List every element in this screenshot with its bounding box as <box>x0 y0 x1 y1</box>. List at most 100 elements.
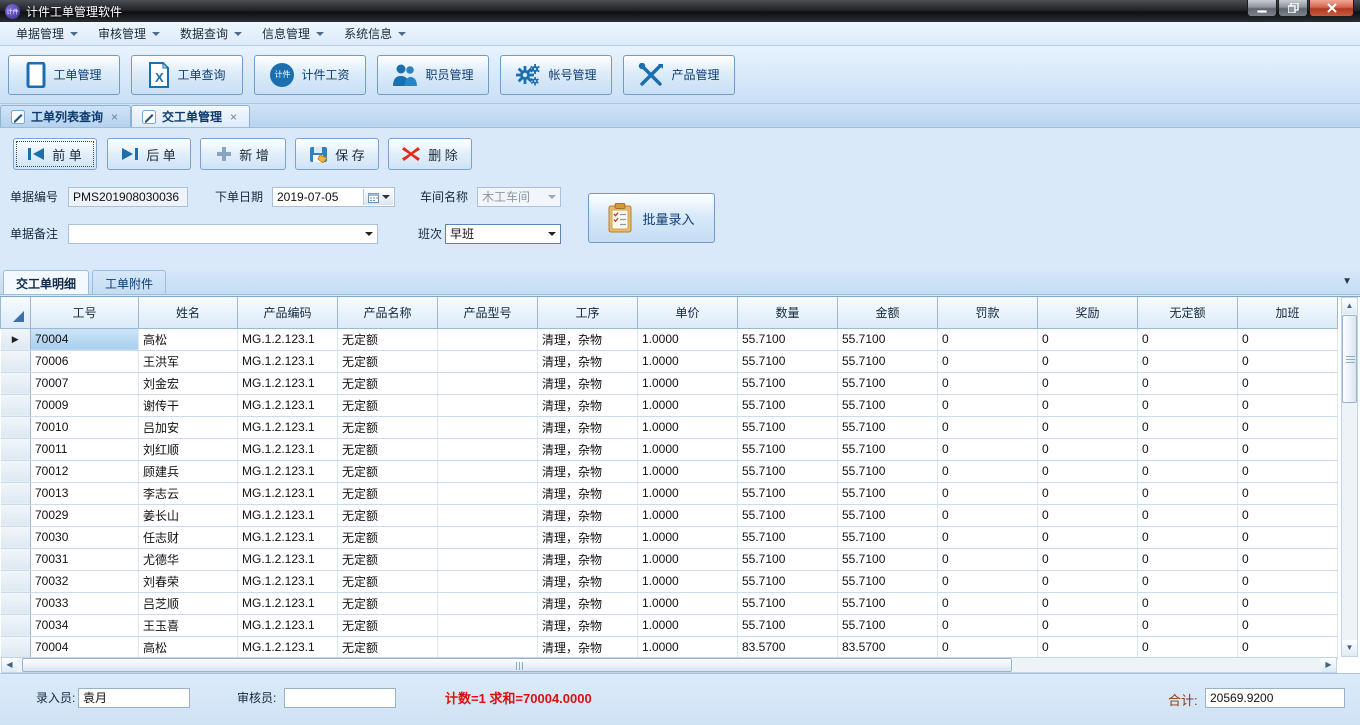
scroll-up-button[interactable]: ▲ <box>1342 298 1357 314</box>
table-cell[interactable]: 0 <box>938 416 1038 438</box>
table-cell[interactable]: 0 <box>1238 350 1338 372</box>
table-cell[interactable]: 70007 <box>31 372 139 394</box>
table-cell[interactable]: 0 <box>1238 548 1338 570</box>
column-header[interactable]: 工序 <box>538 297 638 328</box>
table-cell[interactable]: 0 <box>938 438 1038 460</box>
table-cell[interactable]: MG.1.2.123.1 <box>238 548 338 570</box>
table-cell[interactable]: 吕加安 <box>139 416 238 438</box>
date-picker-button[interactable] <box>363 189 393 205</box>
table-cell[interactable]: 1.0000 <box>638 570 738 592</box>
table-cell[interactable]: 0 <box>1038 372 1138 394</box>
table-cell[interactable]: 0 <box>938 328 1038 350</box>
table-cell[interactable] <box>438 416 538 438</box>
column-header[interactable]: 无定额 <box>1138 297 1238 328</box>
workshop-select[interactable]: 木工车间 <box>477 187 561 207</box>
table-cell[interactable]: 0 <box>1138 460 1238 482</box>
table-cell[interactable]: 0 <box>1238 482 1338 504</box>
table-cell[interactable]: 无定额 <box>338 372 438 394</box>
row-selector[interactable] <box>1 372 31 394</box>
work-order-query-button[interactable]: X 工单查询 <box>131 55 243 95</box>
table-cell[interactable]: 55.7100 <box>838 372 938 394</box>
table-cell[interactable]: 70029 <box>31 504 139 526</box>
table-cell[interactable]: 0 <box>1238 570 1338 592</box>
table-cell[interactable]: 0 <box>938 526 1038 548</box>
table-cell[interactable]: 顾建兵 <box>139 460 238 482</box>
table-cell[interactable]: 55.7100 <box>838 548 938 570</box>
table-cell[interactable]: 0 <box>1238 526 1338 548</box>
table-cell[interactable]: 55.7100 <box>738 328 838 350</box>
table-cell[interactable]: MG.1.2.123.1 <box>238 328 338 350</box>
row-selector[interactable] <box>1 350 31 372</box>
table-cell[interactable]: 55.7100 <box>738 482 838 504</box>
menu-system-info[interactable]: 系统信息 <box>334 22 416 45</box>
table-cell[interactable]: 0 <box>1238 372 1338 394</box>
table-cell[interactable] <box>438 394 538 416</box>
table-cell[interactable]: 无定额 <box>338 570 438 592</box>
table-cell[interactable]: 0 <box>1038 482 1138 504</box>
table-cell[interactable]: 55.7100 <box>838 416 938 438</box>
table-cell[interactable]: 高松 <box>139 328 238 350</box>
table-cell[interactable]: 0 <box>1138 438 1238 460</box>
table-cell[interactable]: 55.7100 <box>738 504 838 526</box>
table-cell[interactable]: 刘金宏 <box>139 372 238 394</box>
table-cell[interactable]: 55.7100 <box>738 592 838 614</box>
minimize-button[interactable] <box>1247 0 1277 17</box>
add-new-button[interactable]: 新 增 <box>200 138 286 170</box>
table-cell[interactable]: 清理，杂物 <box>538 372 638 394</box>
table-cell[interactable]: 无定额 <box>338 416 438 438</box>
table-cell[interactable]: 1.0000 <box>638 614 738 636</box>
table-cell[interactable]: 任志财 <box>139 526 238 548</box>
table-cell[interactable]: 无定额 <box>338 526 438 548</box>
table-cell[interactable]: 0 <box>938 614 1038 636</box>
table-cell[interactable]: 清理，杂物 <box>538 460 638 482</box>
table-cell[interactable]: 0 <box>1138 328 1238 350</box>
column-header[interactable]: 产品名称 <box>338 297 438 328</box>
table-cell[interactable]: 刘春荣 <box>139 570 238 592</box>
table-cell[interactable]: MG.1.2.123.1 <box>238 526 338 548</box>
table-cell[interactable]: 0 <box>938 570 1038 592</box>
table-cell[interactable]: 0 <box>1138 636 1238 658</box>
column-header[interactable]: 金额 <box>838 297 938 328</box>
table-cell[interactable]: 55.7100 <box>838 592 938 614</box>
table-cell[interactable]: 55.7100 <box>738 350 838 372</box>
table-cell[interactable]: MG.1.2.123.1 <box>238 592 338 614</box>
table-cell[interactable]: MG.1.2.123.1 <box>238 614 338 636</box>
table-cell[interactable] <box>438 350 538 372</box>
column-header[interactable]: 奖励 <box>1038 297 1138 328</box>
table-cell[interactable]: 55.7100 <box>738 394 838 416</box>
table-cell[interactable]: 清理，杂物 <box>538 570 638 592</box>
row-selector[interactable] <box>1 636 31 658</box>
table-cell[interactable]: 0 <box>938 482 1038 504</box>
table-cell[interactable]: 1.0000 <box>638 372 738 394</box>
table-cell[interactable]: 0 <box>1038 614 1138 636</box>
tab-delivery-order-detail[interactable]: 交工单明细 <box>3 270 89 294</box>
row-selector[interactable] <box>1 504 31 526</box>
table-cell[interactable] <box>438 504 538 526</box>
table-cell[interactable]: 1.0000 <box>638 482 738 504</box>
table-cell[interactable]: 55.7100 <box>838 350 938 372</box>
table-cell[interactable]: 无定额 <box>338 482 438 504</box>
table-cell[interactable]: 1.0000 <box>638 460 738 482</box>
table-cell[interactable]: 83.5700 <box>838 636 938 658</box>
table-cell[interactable]: 55.7100 <box>738 460 838 482</box>
table-cell[interactable]: 0 <box>1138 350 1238 372</box>
staff-management-button[interactable]: 职员管理 <box>377 55 489 95</box>
column-header[interactable]: 工号 <box>31 297 139 328</box>
table-cell[interactable]: 0 <box>1238 592 1338 614</box>
entry-clerk-field[interactable]: 袁月 <box>78 688 190 708</box>
table-cell[interactable]: 1.0000 <box>638 548 738 570</box>
table-cell[interactable]: 0 <box>1138 614 1238 636</box>
horizontal-scrollbar[interactable]: ◀ ▶ <box>1 657 1337 673</box>
vertical-scroll-thumb[interactable] <box>1342 315 1357 403</box>
table-cell[interactable]: 0 <box>938 460 1038 482</box>
tab-close-icon[interactable]: × <box>109 110 120 124</box>
table-cell[interactable]: 0 <box>1138 526 1238 548</box>
row-selector[interactable] <box>1 614 31 636</box>
table-cell[interactable]: 1.0000 <box>638 416 738 438</box>
table-cell[interactable]: 0 <box>1238 394 1338 416</box>
table-cell[interactable]: MG.1.2.123.1 <box>238 350 338 372</box>
table-cell[interactable]: 55.7100 <box>838 526 938 548</box>
tab-work-order-list-query[interactable]: 工单列表查询 × <box>0 105 131 127</box>
table-cell[interactable] <box>438 372 538 394</box>
table-cell[interactable]: 0 <box>938 592 1038 614</box>
